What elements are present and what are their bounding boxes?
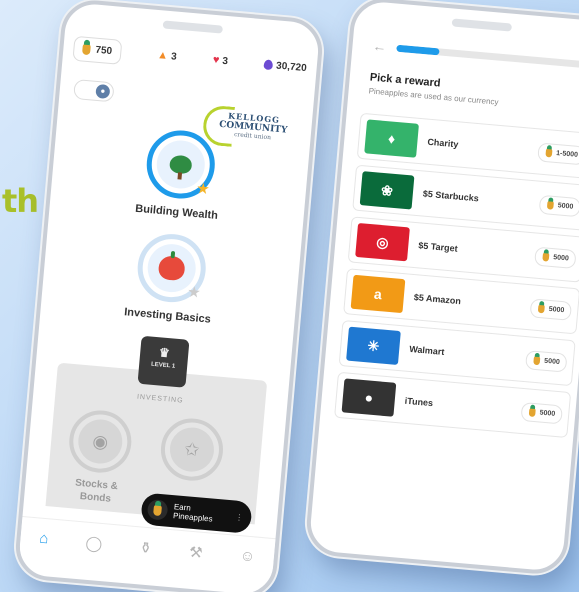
stats-bar: 750 ▲ 3 ♥ 3 30,720 [72, 31, 308, 85]
pineapple-icon [82, 43, 91, 55]
walmart-icon: ✳ [346, 326, 401, 365]
lesson-ring: ★ [143, 127, 218, 202]
locked-lesson-ring: ◉ [66, 407, 134, 476]
reward-price-value: 5000 [557, 201, 574, 211]
reward-list: ♦ Charity 1-5000 ❀ $5 Starbucks 5000 ◎ $… [334, 112, 579, 444]
lesson-ring: ★ [134, 231, 209, 305]
progress-header: ← [372, 38, 579, 73]
course-toggle-icon: ● [95, 83, 111, 100]
bull-icon: ✩ [168, 425, 216, 474]
pineapple-icon [538, 303, 546, 313]
pineapple-icon [153, 503, 163, 516]
phone-notch [162, 20, 224, 34]
charity-icon: ♦ [364, 119, 419, 158]
profile-icon[interactable]: ☺ [239, 547, 256, 565]
reward-price: 5000 [539, 194, 579, 217]
reward-price-value: 5000 [552, 253, 570, 262]
progress-fill [396, 44, 440, 55]
pineapple-icon [529, 407, 537, 417]
amazon-icon: a [350, 274, 406, 314]
reward-price: 5000 [525, 349, 568, 373]
progress-track [396, 44, 579, 69]
lesson-investing-basics[interactable]: ★ Investing Basics [40, 223, 301, 333]
reward-name: $5 Target [417, 240, 459, 254]
reward-price-value: 5000 [539, 409, 556, 418]
gems-count: 30,720 [275, 59, 308, 74]
reward-header: Pick a reward Pineapples are used as our… [368, 71, 579, 114]
reward-price-value: 5000 [543, 357, 561, 366]
reward-price: 5000 [534, 246, 577, 269]
reward-price: 5000 [520, 401, 564, 424]
level-badge[interactable]: ♛ LEVEL 1 [137, 335, 190, 388]
pineapple-balance[interactable]: 750 [72, 35, 123, 65]
reward-price: 5000 [530, 297, 573, 321]
reward-price: 1-5000 [537, 141, 579, 165]
locked-lesson-ring: ✩ [158, 415, 226, 484]
gem-icon [263, 59, 274, 71]
level-badge-label: LEVEL 1 [150, 361, 176, 370]
locked-lesson-title-line-2: Bonds [79, 491, 112, 505]
close-icon[interactable]: ⋮ [235, 512, 244, 522]
starbucks-icon: ❀ [359, 171, 415, 210]
reward-name: Charity [427, 136, 459, 150]
lesson-title: Investing Basics [123, 306, 212, 326]
reward-price-value: 5000 [548, 305, 565, 314]
pineapple-icon [547, 200, 555, 210]
star-icon: ★ [195, 179, 211, 199]
earn-pill-label: Earn Pineapples [173, 502, 214, 523]
elephant-icon: ◉ [76, 417, 125, 466]
phone-notch [451, 18, 513, 32]
back-arrow-icon[interactable]: ← [372, 38, 387, 55]
pineapple-count: 750 [94, 44, 113, 57]
reward-name: $5 Starbucks [422, 188, 480, 204]
tools-icon[interactable]: ⚒ [188, 542, 203, 561]
phone-lesson-path: 750 ▲ 3 ♥ 3 30,720 ● KELLOGG COMMUNITY c… [13, 0, 325, 592]
reward-name: Walmart [408, 343, 445, 357]
target-icon: ◎ [355, 222, 410, 262]
course-toggle[interactable]: ● [73, 78, 115, 103]
reward-price-value: 1-5000 [555, 149, 579, 159]
partial-brand-text: th [2, 182, 39, 220]
lesson-stocks-bonds[interactable]: ◉ Stocks & Bonds [60, 407, 138, 508]
streak-count: 3 [170, 50, 178, 63]
earn-pineapple-icon-wrap [146, 498, 169, 521]
lesson-title: Building Wealth [134, 202, 219, 222]
star-icon: ★ [186, 283, 202, 302]
apple-icon [157, 255, 186, 282]
tree-icon [169, 154, 193, 175]
pineapple-icon [545, 147, 553, 158]
reward-name: $5 Amazon [413, 292, 462, 307]
apple-logo-icon: ● [341, 378, 397, 417]
flame-icon: ▲ [156, 49, 169, 62]
shield-icon[interactable]: ◯ [85, 533, 103, 552]
lesson-locked-2[interactable]: ✩ [154, 415, 229, 484]
pineapple-icon [533, 355, 541, 365]
hearts-count: 3 [221, 55, 229, 67]
streak-stat[interactable]: ▲ 3 [157, 49, 177, 63]
pineapple-icon [542, 251, 550, 262]
locked-lesson-title-line-1: Stocks & [74, 477, 119, 493]
cart-icon[interactable]: ⚱ [139, 538, 153, 557]
gems-stat[interactable]: 30,720 [263, 59, 308, 74]
crown-icon: ♛ [158, 345, 171, 361]
hearts-stat[interactable]: ♥ 3 [212, 54, 228, 67]
phone-reward-picker: ← Pick a reward Pineapples are used as o… [304, 0, 579, 577]
reward-name: iTunes [404, 395, 434, 409]
home-icon[interactable]: ⌂ [39, 530, 50, 548]
earn-pill-line-2: Pineapples [172, 511, 213, 524]
heart-icon: ♥ [212, 53, 220, 67]
